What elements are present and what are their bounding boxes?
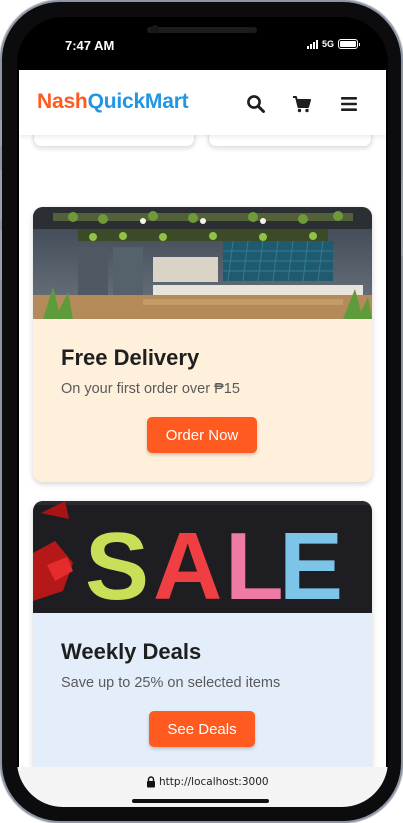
promo-card-weekly-deals[interactable]: S A L E Weekly Deals Save up to 25% on s… [33, 501, 372, 767]
promo-title: Free Delivery [61, 345, 200, 370]
app-header: NashQuickMart [19, 70, 386, 135]
network-label: 5G [321, 39, 334, 49]
lock-icon [147, 776, 155, 788]
status-indicators: 5G [306, 39, 360, 49]
logo-part-quickmart: QuickMart [87, 90, 189, 113]
action-button [0, 120, 2, 146]
product-card[interactable] [33, 135, 195, 147]
promo-card-free-delivery[interactable]: Free Delivery On your first order over ₱… [33, 207, 372, 482]
logo-part-nash: Nash [37, 90, 88, 113]
volume-up-button [0, 170, 2, 220]
volume-down-button [0, 230, 2, 280]
svg-text:A: A [153, 513, 222, 613]
product-card[interactable] [208, 135, 372, 147]
url-text[interactable]: http://localhost:3000 [159, 776, 269, 788]
svg-text:S: S [85, 513, 149, 613]
search-icon[interactable] [246, 94, 266, 114]
brand-logo[interactable]: NashQuickMart [37, 90, 189, 114]
promo-title: Weekly Deals [61, 639, 202, 664]
battery-icon [338, 39, 360, 49]
promo-subtitle: On your first order over ₱15 [61, 381, 240, 397]
store-interior-image [33, 207, 372, 319]
cart-icon[interactable] [292, 94, 312, 114]
promo-body: Weekly Deals Save up to 25% on selected … [33, 613, 372, 767]
signal-icon [306, 39, 318, 49]
promo-body: Free Delivery On your first order over ₱… [33, 319, 372, 482]
sale-banner-image: S A L E [33, 501, 372, 613]
page-content: Free Delivery On your first order over ₱… [19, 135, 386, 767]
order-now-button[interactable]: Order Now [147, 417, 257, 453]
menu-icon[interactable] [339, 94, 359, 114]
speaker-grille [147, 27, 257, 33]
app-viewport: NashQuickMart Free Delivery On your firs… [19, 70, 386, 767]
svg-text:L: L [225, 513, 284, 613]
phone-frame: 7:47 AM 5G NashQuickMart Free Delivery O… [0, 2, 403, 821]
home-indicator[interactable] [132, 799, 269, 803]
see-deals-button[interactable]: See Deals [149, 711, 255, 747]
browser-url-bar[interactable]: http://localhost:3000 [17, 767, 388, 807]
screen: 7:47 AM 5G NashQuickMart Free Delivery O… [17, 17, 388, 807]
svg-text:E: E [279, 513, 343, 613]
front-camera [151, 25, 159, 33]
promo-subtitle: Save up to 25% on selected items [61, 675, 281, 691]
status-time: 7:47 AM [65, 38, 115, 53]
